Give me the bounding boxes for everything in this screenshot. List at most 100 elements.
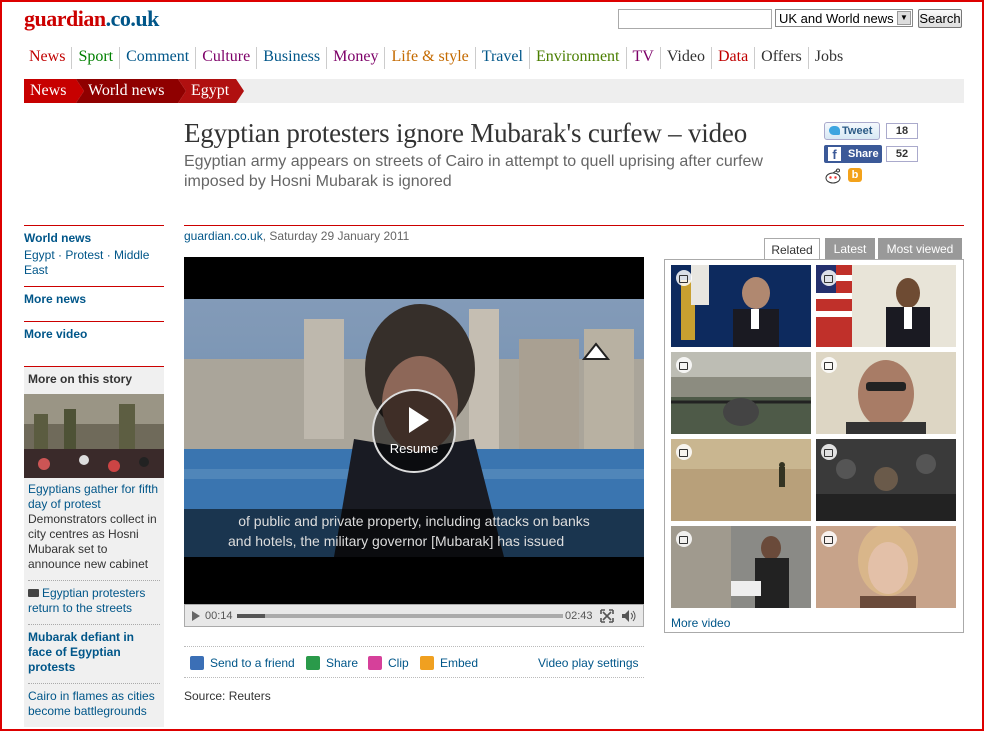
send-to-friend-label: Send to a friend [210, 656, 295, 670]
related-video-thumb[interactable] [671, 265, 811, 347]
story1-description: Demonstrators collect in city centres as… [28, 512, 157, 571]
video-player[interactable]: Resume of public and private property, i… [184, 257, 644, 627]
page-title: Egyptian protesters ignore Mubarak's cur… [184, 118, 747, 148]
clip-button[interactable]: Clip [368, 656, 409, 670]
section-select-value: UK and World news [779, 11, 894, 26]
byline-date: , Saturday 29 January 2011 [262, 229, 410, 243]
video-play-settings-link[interactable]: Video play settings [538, 656, 639, 670]
video-camera-icon [821, 531, 837, 547]
twitter-bird-icon [829, 126, 840, 135]
story4-link[interactable]: Cairo in flames as cities become battleg… [24, 684, 164, 727]
share-icon [306, 656, 320, 670]
search-input[interactable] [618, 9, 772, 29]
byline: guardian.co.uk, Saturday 29 January 2011 [184, 229, 409, 243]
video-camera-icon [676, 531, 692, 547]
logo-main: guardian [24, 6, 106, 31]
main-nav: News Sport Comment Culture Business Mone… [24, 47, 849, 69]
nav-item-money[interactable]: Money [326, 47, 384, 69]
nav-item-news[interactable]: News [24, 47, 71, 69]
nav-item-offers[interactable]: Offers [754, 47, 808, 69]
nav-item-video[interactable]: Video [659, 47, 711, 69]
breadcrumb-world-news[interactable]: World news [82, 79, 164, 103]
related-video-thumb[interactable] [816, 526, 956, 608]
more-video-link[interactable]: More video [671, 616, 730, 630]
bebo-icon[interactable]: b [848, 168, 862, 182]
send-to-friend-button[interactable]: Send to a friend [190, 656, 295, 670]
progress-track[interactable] [237, 614, 563, 618]
nav-item-culture[interactable]: Culture [195, 47, 256, 69]
video-camera-icon [676, 270, 692, 286]
embed-label: Embed [440, 656, 479, 670]
embed-button[interactable]: Embed [420, 656, 478, 670]
elapsed-time: 00:14 [205, 610, 233, 622]
related-video-thumb[interactable] [816, 439, 956, 521]
video-subtitle-line1: of public and private property, includin… [238, 513, 590, 529]
play-small-icon[interactable] [191, 611, 201, 621]
progress-fill [237, 614, 266, 618]
play-resume-button[interactable]: Resume [372, 389, 456, 473]
reddit-icon[interactable] [824, 168, 842, 184]
more-video-link[interactable]: More video [24, 322, 164, 366]
search-button[interactable]: Search [918, 9, 962, 28]
nav-item-life-style[interactable]: Life & style [384, 47, 474, 69]
content-rule [184, 225, 964, 226]
guardian-logo[interactable]: guardian.co.uk [24, 6, 159, 32]
fullscreen-icon[interactable] [600, 609, 614, 623]
related-video-thumb[interactable] [816, 352, 956, 434]
video-camera-icon [676, 357, 692, 373]
video-controls: 00:14 02:43 [184, 604, 644, 627]
camera-icon [28, 589, 39, 597]
play-icon [409, 407, 429, 433]
volume-icon[interactable] [621, 609, 637, 623]
facebook-count: 52 [886, 146, 918, 162]
story1-link[interactable]: Egyptians gather for fifth day of protes… [24, 478, 164, 512]
more-on-this-story: More on this story Egyptians gather for … [24, 367, 164, 727]
logo-tld: .co.uk [105, 6, 160, 31]
nav-item-jobs[interactable]: Jobs [807, 47, 849, 69]
nav-item-travel[interactable]: Travel [474, 47, 529, 69]
facebook-share-button[interactable]: f Share [824, 145, 882, 163]
nav-item-data[interactable]: Data [710, 47, 754, 69]
story2-link[interactable]: Egyptian protesters return to the street… [24, 581, 164, 624]
breadcrumb: News World news Egypt [24, 79, 964, 103]
breadcrumb-news[interactable]: News [24, 79, 66, 103]
nav-item-environment[interactable]: Environment [528, 47, 626, 69]
chevron-down-icon[interactable]: ▼ [897, 11, 911, 25]
tab-latest[interactable]: Latest [825, 238, 875, 260]
facebook-share-label: Share [848, 148, 879, 160]
video-camera-icon [821, 270, 837, 286]
related-video-thumb[interactable] [816, 265, 956, 347]
standfirst: Egyptian army appears on streets of Cair… [184, 153, 763, 190]
related-video-thumb[interactable] [671, 526, 811, 608]
tweet-label: Tweet [842, 125, 873, 137]
nav-item-business[interactable]: Business [256, 47, 326, 69]
video-subtitle-line2: and hotels, the military governor [Mubar… [228, 533, 565, 549]
tab-most-viewed[interactable]: Most viewed [878, 238, 962, 260]
share-button[interactable]: Share [306, 656, 358, 670]
video-camera-icon [676, 444, 692, 460]
related-video-thumb[interactable] [671, 352, 811, 434]
byline-source[interactable]: guardian.co.uk [184, 229, 263, 243]
more-news-link[interactable]: More news [24, 287, 164, 321]
nav-item-sport[interactable]: Sport [71, 47, 119, 69]
video-actions: Send to a friend Share Clip Embed Video … [184, 646, 644, 678]
facebook-icon: f [828, 147, 841, 162]
story-image-protest[interactable] [24, 394, 164, 478]
world-news-keywords[interactable]: Egypt · Protest · Middle East [24, 245, 164, 286]
share-label: Share [326, 656, 359, 670]
story3-link[interactable]: Mubarak defiant in face of Egyptian prot… [24, 625, 164, 683]
related-videos-panel: More video [664, 259, 964, 633]
breadcrumb-egypt[interactable]: Egypt [185, 79, 229, 103]
scissors-icon [368, 656, 382, 670]
tab-related[interactable]: Related [764, 238, 820, 260]
section-select[interactable]: UK and World news ▼ [775, 9, 913, 27]
world-news-link[interactable]: World news [24, 226, 164, 245]
related-video-thumb[interactable] [671, 439, 811, 521]
duration-time: 02:43 [565, 610, 593, 622]
nav-item-tv[interactable]: TV [625, 47, 660, 69]
video-source: Source: Reuters [184, 689, 271, 703]
email-icon [190, 656, 204, 670]
story2-link-label: Egyptian protesters return to the street… [28, 586, 146, 615]
tweet-button[interactable]: Tweet [824, 122, 880, 140]
nav-item-comment[interactable]: Comment [119, 47, 195, 69]
